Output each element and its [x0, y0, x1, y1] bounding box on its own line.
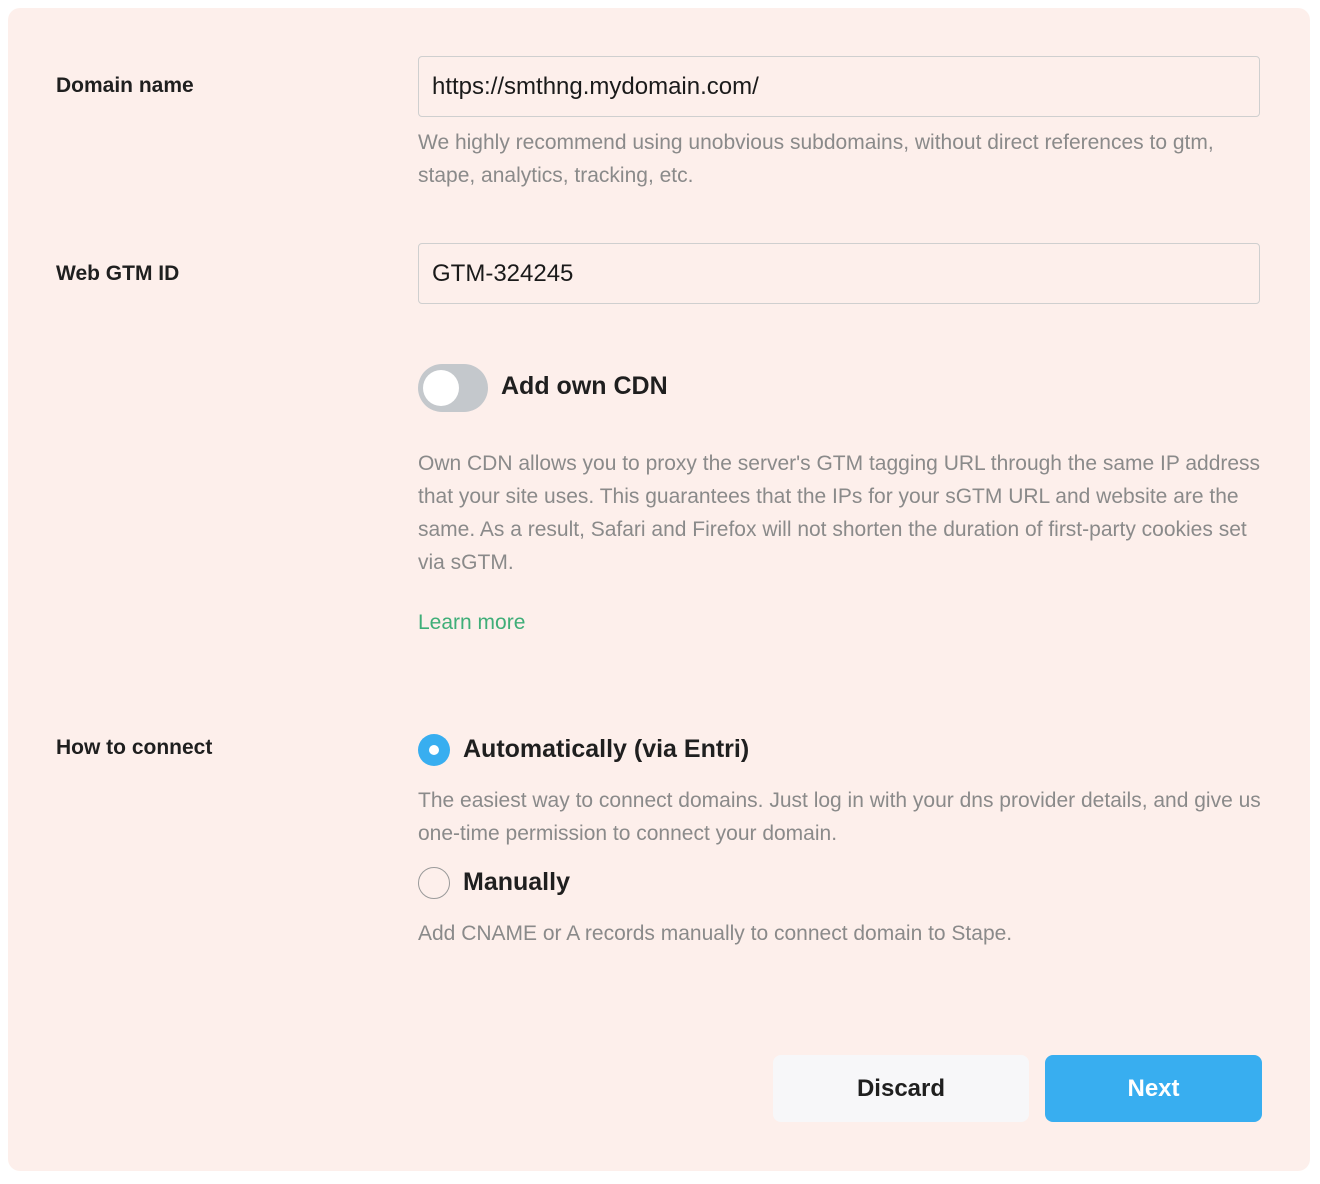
add-own-cdn-toggle[interactable]: [418, 364, 488, 412]
automatically-description: The easiest way to connect domains. Just…: [418, 789, 1261, 845]
cdn-description: Own CDN allows you to proxy the server's…: [418, 452, 1261, 574]
discard-button[interactable]: Discard: [773, 1055, 1029, 1122]
radio-selected-dot: [429, 745, 439, 755]
radio-manually[interactable]: [418, 867, 450, 899]
web-gtm-id-input[interactable]: [418, 243, 1260, 304]
domain-name-input[interactable]: [418, 56, 1260, 117]
radio-automatically[interactable]: [418, 734, 450, 766]
radio-manually-label[interactable]: Manually: [463, 868, 570, 897]
domain-name-label: Domain name: [56, 74, 194, 97]
next-button[interactable]: Next: [1045, 1055, 1262, 1122]
manually-description: Add CNAME or A records manually to conne…: [418, 922, 1013, 945]
domain-name-hint: We highly recommend using unobvious subd…: [418, 131, 1214, 187]
domain-form-card: Domain name We highly recommend using un…: [8, 8, 1310, 1171]
web-gtm-id-label: Web GTM ID: [56, 262, 180, 285]
learn-more-link[interactable]: Learn more: [418, 611, 525, 635]
add-own-cdn-label[interactable]: Add own CDN: [501, 372, 668, 401]
how-to-connect-label: How to connect: [56, 736, 213, 759]
radio-automatically-label[interactable]: Automatically (via Entri): [463, 735, 749, 764]
toggle-knob: [423, 370, 459, 406]
